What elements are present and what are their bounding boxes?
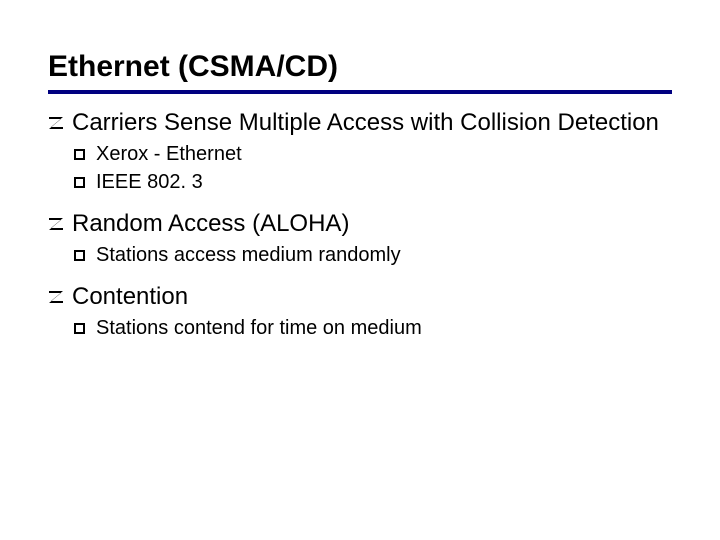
bullet-lvl1: Contention [48, 282, 672, 313]
bullet-lvl2: Stations contend for time on medium [74, 315, 672, 341]
bullet-text: Xerox - Ethernet [96, 141, 242, 167]
z-bullet-icon [48, 108, 72, 139]
bullet-text: Random Access (ALOHA) [72, 209, 349, 239]
bullet-lvl1: Carriers Sense Multiple Access with Coll… [48, 108, 672, 139]
square-bullet-icon [74, 141, 96, 167]
bullet-lvl2: Stations access medium randomly [74, 242, 672, 268]
square-bullet-icon [74, 315, 96, 341]
bullet-text: Stations contend for time on medium [96, 315, 422, 341]
square-bullet-icon [74, 169, 96, 195]
title-underline [48, 90, 672, 94]
square-bullet-icon [74, 242, 96, 268]
bullet-lvl2: Xerox - Ethernet [74, 141, 672, 167]
slide: Ethernet (CSMA/CD) Carriers Sense Multip… [0, 0, 720, 540]
bullet-lvl1: Random Access (ALOHA) [48, 209, 672, 240]
bullet-lvl2: IEEE 802. 3 [74, 169, 672, 195]
z-bullet-icon [48, 209, 72, 240]
bullet-text: Carriers Sense Multiple Access with Coll… [72, 108, 659, 138]
bullet-text: Stations access medium randomly [96, 242, 401, 268]
bullet-text: Contention [72, 282, 188, 312]
slide-title: Ethernet (CSMA/CD) [48, 50, 672, 84]
z-bullet-icon [48, 282, 72, 313]
bullet-text: IEEE 802. 3 [96, 169, 203, 195]
